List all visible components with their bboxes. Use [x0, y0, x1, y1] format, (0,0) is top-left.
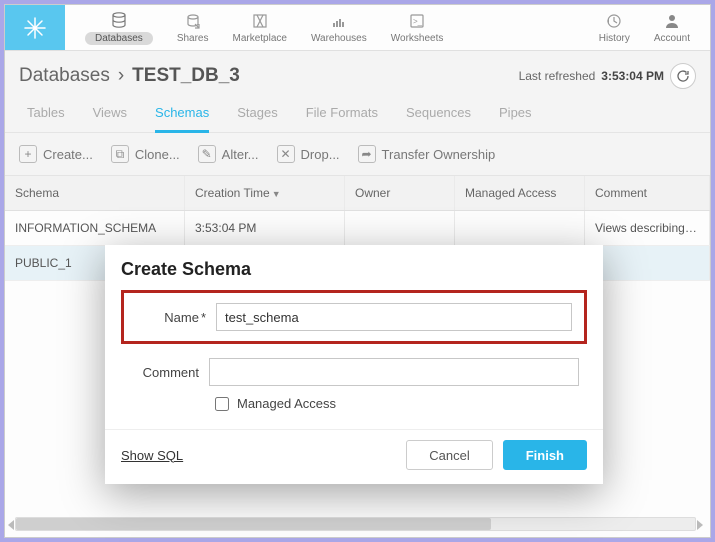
nav-warehouses[interactable]: Warehouses	[305, 9, 373, 46]
nav-label: Worksheets	[391, 33, 444, 44]
table-row[interactable]: INFORMATION_SCHEMA 3:53:04 PM Views desc…	[5, 211, 710, 246]
nav-label: Warehouses	[311, 33, 367, 44]
nav-marketplace[interactable]: Marketplace	[227, 9, 293, 46]
alter-button[interactable]: ✎ Alter...	[198, 145, 259, 163]
tab-file-formats[interactable]: File Formats	[306, 105, 378, 132]
cell-comment	[585, 246, 710, 280]
cancel-button[interactable]: Cancel	[406, 440, 492, 470]
col-managed-access[interactable]: Managed Access	[455, 176, 585, 210]
warehouse-icon	[330, 12, 348, 30]
last-refreshed-label: Last refreshed	[519, 69, 596, 83]
svg-text:>_: >_	[413, 17, 423, 26]
drop-icon: ✕	[277, 145, 295, 163]
breadcrumb-root[interactable]: Databases	[19, 65, 110, 87]
plus-icon: +	[19, 145, 37, 163]
clone-label: Clone...	[135, 147, 180, 162]
managed-access-input[interactable]	[215, 397, 229, 411]
name-label: Name	[136, 310, 206, 325]
top-nav: Databases Shares Marketplace Warehouses …	[5, 5, 710, 51]
nav-label: Marketplace	[233, 33, 287, 44]
comment-input[interactable]	[209, 358, 579, 386]
shares-icon	[184, 12, 202, 30]
col-schema[interactable]: Schema	[5, 176, 185, 210]
clone-button[interactable]: ⧉ Clone...	[111, 145, 180, 163]
nav-account[interactable]: Account	[648, 9, 696, 46]
col-owner[interactable]: Owner	[345, 176, 455, 210]
tab-views[interactable]: Views	[93, 105, 127, 132]
cell-comment: Views describing the ...	[585, 211, 710, 245]
refresh-button[interactable]	[670, 63, 696, 89]
nav-databases[interactable]: Databases	[79, 8, 159, 47]
name-input[interactable]	[216, 303, 572, 331]
toolbar: + Create... ⧉ Clone... ✎ Alter... ✕ Drop…	[5, 133, 710, 176]
comment-label: Comment	[129, 365, 199, 380]
horizontal-scrollbar[interactable]	[15, 517, 696, 531]
nav-items: Databases Shares Marketplace Warehouses …	[65, 5, 710, 50]
last-refreshed-time: 3:53:04 PM	[601, 69, 664, 83]
transfer-icon: ➦	[358, 145, 376, 163]
show-sql-link[interactable]: Show SQL	[121, 448, 183, 463]
tab-tables[interactable]: Tables	[27, 105, 65, 132]
create-schema-modal: Create Schema Name Comment Managed Acces…	[105, 245, 603, 484]
scrollbar-thumb[interactable]	[16, 518, 491, 530]
cell-creation-time: 3:53:04 PM	[185, 211, 345, 245]
account-icon	[663, 12, 681, 30]
breadcrumb-sep: ›	[118, 65, 124, 87]
edit-icon: ✎	[198, 145, 216, 163]
finish-button[interactable]: Finish	[503, 440, 587, 470]
nav-shares[interactable]: Shares	[171, 9, 215, 46]
snowflake-icon	[23, 16, 47, 40]
page-header: Databases › TEST_DB_3 Last refreshed 3:5…	[5, 51, 710, 97]
drop-label: Drop...	[301, 147, 340, 162]
nav-label: History	[599, 33, 630, 44]
tab-schemas[interactable]: Schemas	[155, 105, 209, 133]
worksheet-icon: >_	[408, 12, 426, 30]
tabs: Tables Views Schemas Stages File Formats…	[5, 97, 710, 133]
snowflake-logo[interactable]	[5, 5, 65, 50]
tab-sequences[interactable]: Sequences	[406, 105, 471, 132]
col-creation-time[interactable]: Creation Time▼	[185, 176, 345, 210]
cell-schema: INFORMATION_SCHEMA	[5, 211, 185, 245]
modal-separator	[105, 429, 603, 430]
sort-desc-icon: ▼	[272, 189, 281, 199]
create-label: Create...	[43, 147, 93, 162]
nav-label: Shares	[177, 33, 209, 44]
tab-pipes[interactable]: Pipes	[499, 105, 532, 132]
nav-history[interactable]: History	[593, 9, 636, 46]
breadcrumb-current: TEST_DB_3	[132, 65, 240, 87]
cell-owner	[345, 211, 455, 245]
transfer-ownership-button[interactable]: ➦ Transfer Ownership	[358, 145, 496, 163]
drop-button[interactable]: ✕ Drop...	[277, 145, 340, 163]
managed-access-label: Managed Access	[237, 396, 336, 411]
name-field-highlight: Name	[121, 290, 587, 344]
breadcrumb: Databases › TEST_DB_3	[19, 65, 240, 87]
refresh-icon	[676, 69, 690, 83]
history-icon	[605, 12, 623, 30]
nav-label: Account	[654, 33, 690, 44]
table-header: Schema Creation Time▼ Owner Managed Acce…	[5, 176, 710, 211]
tab-stages[interactable]: Stages	[237, 105, 277, 132]
cell-managed-access	[455, 211, 585, 245]
create-button[interactable]: + Create...	[19, 145, 93, 163]
clone-icon: ⧉	[111, 145, 129, 163]
nav-label: Databases	[85, 32, 153, 45]
modal-footer: Show SQL Cancel Finish	[105, 440, 603, 470]
col-comment[interactable]: Comment	[585, 176, 710, 210]
modal-title: Create Schema	[105, 259, 603, 290]
transfer-label: Transfer Ownership	[382, 147, 496, 162]
managed-access-checkbox[interactable]: Managed Access	[215, 396, 336, 411]
nav-worksheets[interactable]: >_ Worksheets	[385, 9, 450, 46]
alter-label: Alter...	[222, 147, 259, 162]
database-icon	[110, 11, 128, 29]
marketplace-icon	[251, 12, 269, 30]
